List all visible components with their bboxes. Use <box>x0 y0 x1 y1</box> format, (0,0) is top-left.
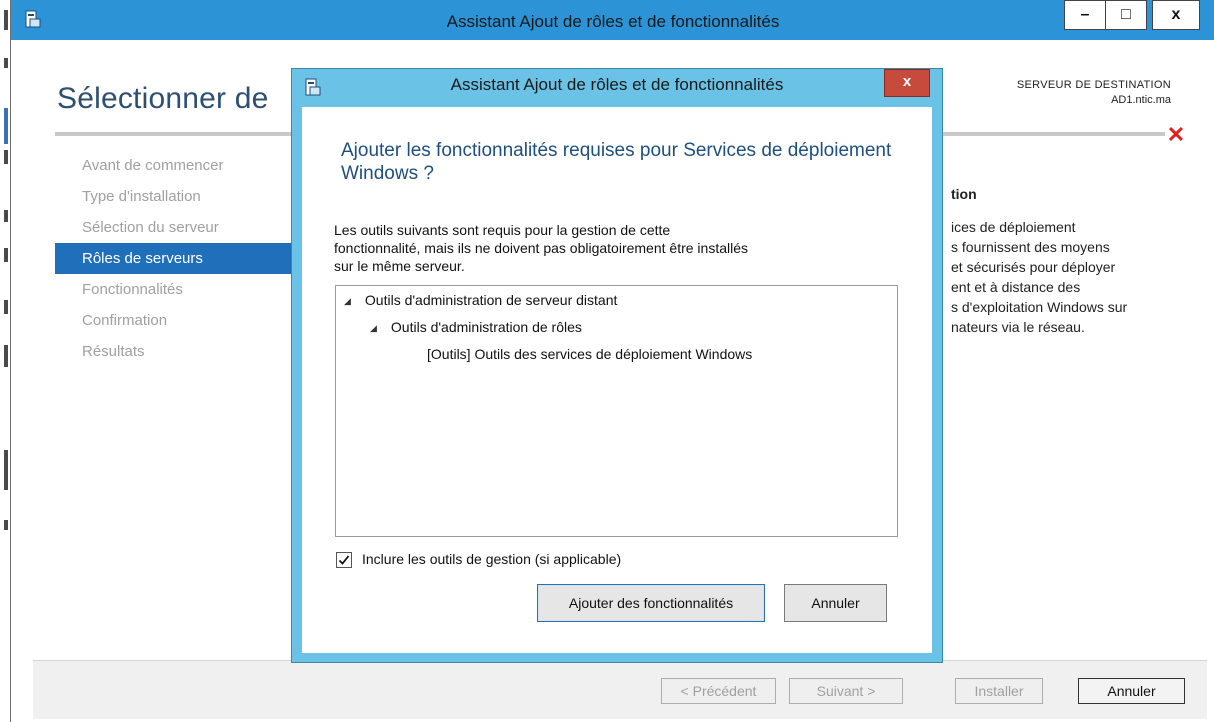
maximize-button[interactable]: □ <box>1105 0 1147 30</box>
expand-triangle-icon[interactable]: ◢ <box>370 323 377 333</box>
tree-node-label: Outils d'administration de rôles <box>390 319 582 335</box>
explanation-line: fonctionnalité, mais ils ne doivent pas … <box>334 240 749 256</box>
main-titlebar: Assistant Ajout de rôles et de fonctionn… <box>11 0 1214 40</box>
tree-node-label: [Outils] Outils des services de déploiem… <box>427 346 753 362</box>
include-management-tools-checkbox[interactable] <box>336 552 352 568</box>
next-button[interactable]: Suivant > <box>789 678 903 704</box>
description-line: ent et à distance des <box>951 279 1081 295</box>
include-management-tools-label[interactable]: Inclure les outils de gestion (si applic… <box>362 551 621 567</box>
install-button[interactable]: Installer <box>955 678 1043 704</box>
error-x-icon[interactable]: ✕ <box>1165 124 1187 146</box>
dialog-body: Ajouter les fonctionnalités requises pou… <box>302 107 932 653</box>
tree-node-label: Outils d'administration de serveur dista… <box>364 292 618 308</box>
close-icon: x <box>902 73 912 90</box>
expand-triangle-icon[interactable]: ◢ <box>344 296 351 306</box>
maximize-icon: □ <box>1121 6 1131 23</box>
dialog-close-button[interactable]: x <box>884 69 930 97</box>
description-line: ices de déploiement <box>951 219 1076 235</box>
dialog-title: Assistant Ajout de rôles et de fonctionn… <box>450 75 784 94</box>
main-window-title: Assistant Ajout de rôles et de fonctionn… <box>446 12 780 31</box>
description-heading: tion <box>951 186 977 202</box>
background-window-edge <box>0 0 10 722</box>
close-icon: x <box>1171 6 1181 23</box>
explanation-line: Les outils suivants sont requis pour la … <box>334 222 671 238</box>
add-features-dialog: Assistant Ajout de rôles et de fonctionn… <box>291 68 943 663</box>
wizard-cancel-button[interactable]: Annuler <box>1078 678 1185 704</box>
add-features-button[interactable]: Ajouter des fonctionnalités <box>537 584 765 622</box>
minimize-icon: – <box>1080 6 1090 23</box>
tree-node-remote-admin-tools[interactable]: ◢ Outils d'administration de serveur dist… <box>344 292 617 308</box>
tree-node-role-admin-tools[interactable]: ◢ Outils d'administration de rôles <box>370 319 582 335</box>
close-window-button[interactable]: x <box>1152 0 1200 30</box>
description-line: s d'exploitation Windows sur <box>951 299 1128 315</box>
previous-button[interactable]: < Précédent <box>661 678 776 704</box>
minimize-button[interactable]: – <box>1064 0 1106 30</box>
wizard-footer: < Précédent Suivant > Installer Annuler <box>33 660 1207 719</box>
role-description: ices de déploiement s fournissent des mo… <box>951 217 1201 337</box>
dialog-explanation: Les outils suivants sont requis pour la … <box>334 221 894 275</box>
checkmark-icon <box>338 555 350 565</box>
features-tree[interactable]: ◢ Outils d'administration de serveur dist… <box>335 285 898 537</box>
destination-server-name: AD1.ntic.ma <box>1111 94 1171 106</box>
destination-server-label: SERVEUR DE DESTINATION <box>1016 79 1171 91</box>
description-line: nateurs via le réseau. <box>951 319 1085 335</box>
dialog-cancel-button[interactable]: Annuler <box>784 584 887 622</box>
dialog-heading: Ajouter les fonctionnalités requises pou… <box>341 140 892 184</box>
description-line: s fournissent des moyens <box>951 239 1110 255</box>
explanation-line: sur le même serveur. <box>334 258 465 274</box>
tree-node-wds-tools[interactable]: [Outils] Outils des services de déploiem… <box>427 346 752 362</box>
description-line: et sécurisés pour déployer <box>951 259 1116 275</box>
page-title: Sélectionner de <box>57 82 269 115</box>
